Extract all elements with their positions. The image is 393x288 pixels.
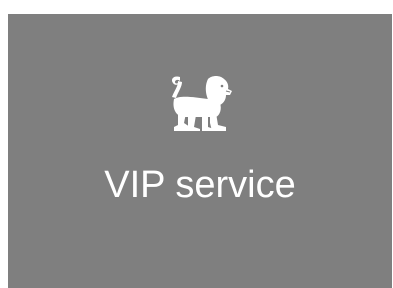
tile-label: VIP service <box>104 164 296 206</box>
lion-icon <box>164 73 236 133</box>
vip-service-tile[interactable]: VIP service <box>8 14 392 288</box>
